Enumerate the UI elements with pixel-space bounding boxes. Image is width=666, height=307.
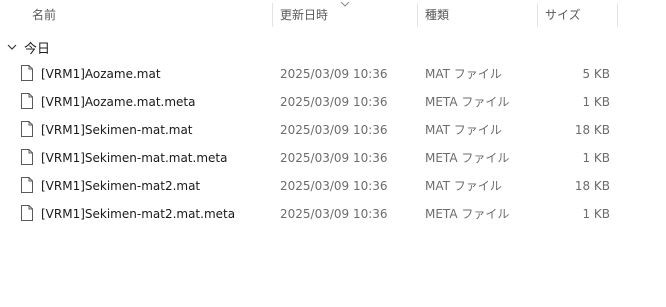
file-type: META ファイル [425,207,510,221]
file-rows: [VRM1]Aozame.mat 2025/03/09 10:36 MAT ファ… [0,60,666,228]
file-size: 1 KB [582,207,610,221]
file-date: 2025/03/09 10:36 [280,179,388,193]
file-row[interactable]: [VRM1]Sekimen-mat.mat.meta 2025/03/09 10… [0,144,666,172]
group-label: 今日 [24,41,51,57]
column-header-size[interactable]: サイズ [537,0,617,31]
group-header-today[interactable]: 今日 [6,36,50,58]
file-icon [21,149,33,165]
file-name: [VRM1]Sekimen-mat2.mat [41,179,201,193]
file-type: META ファイル [425,95,510,109]
file-size: 18 KB [574,123,610,137]
file-date: 2025/03/09 10:36 [280,123,388,137]
file-icon [21,65,33,81]
column-header-name[interactable]: 名前 [24,0,272,31]
file-size: 1 KB [582,151,610,165]
file-date: 2025/03/09 10:36 [280,67,388,81]
file-row[interactable]: [VRM1]Aozame.mat 2025/03/09 10:36 MAT ファ… [0,60,666,88]
file-name: [VRM1]Sekimen-mat.mat [41,123,193,137]
file-row[interactable]: [VRM1]Aozame.mat.meta 2025/03/09 10:36 M… [0,88,666,116]
column-header-bar: 名前 更新日時 種類 サイズ [0,0,666,31]
column-resize-handle[interactable] [617,3,618,27]
file-type: MAT ファイル [425,123,502,137]
file-icon [21,93,33,109]
file-row[interactable]: [VRM1]Sekimen-mat2.mat.meta 2025/03/09 1… [0,200,666,228]
file-type: MAT ファイル [425,67,502,81]
file-icon [21,177,33,193]
column-header-date[interactable]: 更新日時 [272,0,417,31]
column-header-type[interactable]: 種類 [417,0,537,31]
file-row[interactable]: [VRM1]Sekimen-mat.mat 2025/03/09 10:36 M… [0,116,666,144]
file-row[interactable]: [VRM1]Sekimen-mat2.mat 2025/03/09 10:36 … [0,172,666,200]
file-type: META ファイル [425,151,510,165]
file-size: 5 KB [582,67,610,81]
file-size: 18 KB [574,179,610,193]
file-name: [VRM1]Aozame.mat [41,67,161,81]
file-name: [VRM1]Aozame.mat.meta [41,95,196,109]
file-name: [VRM1]Sekimen-mat.mat.meta [41,151,228,165]
file-size: 1 KB [582,95,610,109]
file-name: [VRM1]Sekimen-mat2.mat.meta [41,207,236,221]
file-date: 2025/03/09 10:36 [280,151,388,165]
chevron-down-icon[interactable] [6,41,18,53]
file-list-view: 名前 更新日時 種類 サイズ 今日 [VRM1]Aozame.mat 2025/… [0,0,666,307]
file-type: MAT ファイル [425,179,502,193]
file-date: 2025/03/09 10:36 [280,207,388,221]
file-icon [21,121,33,137]
file-date: 2025/03/09 10:36 [280,95,388,109]
file-icon [21,205,33,221]
